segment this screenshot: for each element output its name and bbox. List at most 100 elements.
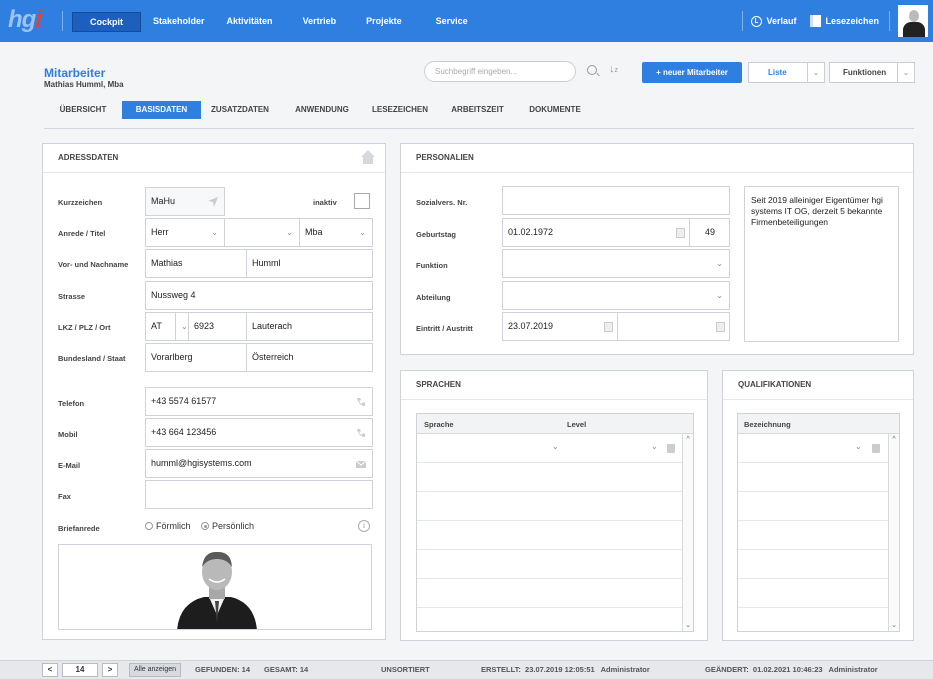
search-icon[interactable] <box>587 65 597 75</box>
show-all-button[interactable]: Alle anzeigen <box>129 663 182 677</box>
radio-persoenlich[interactable]: Persönlich <box>201 521 254 531</box>
tab-lesezeichen[interactable]: LESEZEICHEN <box>365 101 435 119</box>
new-employee-button[interactable]: + neuer Mitarbeiter <box>642 62 742 83</box>
list-button[interactable]: Liste ⌄ <box>748 62 825 83</box>
scroll-up-icon[interactable]: ^ <box>683 434 693 445</box>
chevron-down-icon[interactable]: ⌄ <box>552 442 559 451</box>
info-icon[interactable]: i <box>358 520 370 532</box>
mobil-field[interactable]: +43 664 123456 <box>145 418 373 447</box>
table-row <box>738 463 889 492</box>
tab-anwendung[interactable]: ANWENDUNG <box>279 101 365 119</box>
table-row <box>417 550 683 579</box>
scrollbar[interactable]: ^ ⌄ <box>888 434 899 631</box>
next-page-button[interactable]: > <box>102 663 118 677</box>
col-bezeichnung: Bezeichnung <box>744 420 791 429</box>
chevron-down-icon: ⌄ <box>716 259 723 268</box>
send-icon <box>208 197 218 207</box>
lkz-select[interactable]: AT ⌄ <box>145 312 189 341</box>
chevron-down-icon: ⌄ <box>716 291 723 300</box>
nav-stakeholder[interactable]: Stakeholder <box>143 12 215 32</box>
scroll-down-icon[interactable]: ⌄ <box>889 620 899 631</box>
found-count: GEFUNDEN: 14 <box>195 665 251 674</box>
sort-icon[interactable]: ↓z <box>609 63 618 75</box>
verlauf-link[interactable]: Verlauf <box>751 15 796 27</box>
svnr-field[interactable] <box>502 186 730 215</box>
table-row[interactable]: ⌄ ⌄ <box>417 434 683 463</box>
bundesland-field[interactable]: Vorarlberg <box>145 343 247 372</box>
abteilung-select[interactable]: ⌄ <box>502 281 730 310</box>
trash-icon[interactable] <box>667 444 675 453</box>
austritt-field[interactable] <box>617 312 730 341</box>
table-row <box>417 492 683 521</box>
fax-label: Fax <box>58 492 71 501</box>
scroll-down-icon[interactable]: ⌄ <box>683 620 693 631</box>
created-info: ERSTELLT: 23.07.2019 12:05:51 Administra… <box>481 665 650 674</box>
radio-foermlich[interactable]: Förmlich <box>145 521 191 531</box>
calendar-icon[interactable] <box>716 322 725 332</box>
prev-page-button[interactable]: < <box>42 663 58 677</box>
titel-nach-select[interactable]: Mba ⌄ <box>299 218 373 247</box>
page-number-input[interactable]: 14 <box>62 663 98 677</box>
adressdaten-panel: ADRESSDATEN Kurzzeichen MaHu inaktiv Anr… <box>42 143 386 640</box>
email-field[interactable]: humml@hgisystems.com <box>145 449 373 478</box>
divider <box>742 11 744 31</box>
nav-service[interactable]: Service <box>426 12 478 32</box>
tab-zusatzdaten[interactable]: ZUSATZDATEN <box>201 101 279 119</box>
inaktiv-checkbox[interactable] <box>354 193 370 209</box>
nav-projekte[interactable]: Projekte <box>356 12 412 32</box>
tab-arbeitszeit[interactable]: ARBEITSZEIT <box>435 101 520 119</box>
fax-field[interactable] <box>145 480 373 509</box>
nachname-field[interactable]: Humml <box>246 249 373 278</box>
chevron-down-icon[interactable]: ⌄ <box>855 442 862 451</box>
scroll-up-icon[interactable]: ^ <box>889 434 899 445</box>
geburtstag-label: Geburtstag <box>416 230 457 239</box>
functions-button[interactable]: Funktionen ⌄ <box>829 62 915 83</box>
geburtstag-field[interactable]: 01.02.1972 <box>502 218 690 247</box>
lesezeichen-link[interactable]: Lesezeichen <box>810 15 879 27</box>
telefon-field[interactable]: +43 5574 61577 <box>145 387 373 416</box>
chevron-down-icon[interactable]: ⌄ <box>807 63 824 82</box>
search-input[interactable]: Suchbegriff eingeben... <box>424 61 576 82</box>
ort-field[interactable]: Lauterach <box>246 312 373 341</box>
eintritt-label: Eintritt / Austritt <box>416 324 473 333</box>
main-menu: Cockpit Stakeholder Aktivitäten Vertrieb… <box>72 12 480 32</box>
col-level: Level <box>567 420 587 429</box>
chevron-down-icon: ⌄ <box>286 228 293 237</box>
nav-aktivitaeten[interactable]: Aktivitäten <box>217 12 283 32</box>
chevron-down-icon: ⌄ <box>359 228 366 237</box>
tab-bar: ÜBERSICHT BASISDATEN ZUSATZDATEN ANWENDU… <box>44 101 590 119</box>
notes-field[interactable]: Seit 2019 alleiniger Eigentümer hgi syst… <box>744 186 899 342</box>
hgi-logo[interactable]: hgi <box>8 6 42 34</box>
table-row[interactable]: ⌄ <box>738 434 889 463</box>
phone-icon[interactable] <box>356 428 366 438</box>
nav-cockpit[interactable]: Cockpit <box>72 12 142 32</box>
page-title: Mitarbeiter <box>44 66 106 80</box>
calendar-icon[interactable] <box>676 228 685 238</box>
user-avatar[interactable] <box>898 5 928 37</box>
table-header: Bezeichnung <box>738 414 899 434</box>
strasse-field[interactable]: Nussweg 4 <box>145 281 373 310</box>
mail-icon[interactable] <box>356 459 366 469</box>
tab-uebersicht[interactable]: ÜBERSICHT <box>44 101 122 119</box>
vorname-field[interactable]: Mathias <box>145 249 247 278</box>
abteilung-label: Abteilung <box>416 293 451 302</box>
tab-basisdaten[interactable]: BASISDATEN <box>122 101 201 119</box>
tab-dokumente[interactable]: DOKUMENTE <box>520 101 590 119</box>
staat-field[interactable]: Österreich <box>246 343 373 372</box>
employee-photo[interactable] <box>58 544 372 630</box>
kurzzeichen-field[interactable]: MaHu <box>145 187 225 216</box>
anrede-select[interactable]: Herr ⌄ <box>145 218 225 247</box>
phone-icon[interactable] <box>356 397 366 407</box>
funktion-select[interactable]: ⌄ <box>502 249 730 278</box>
trash-icon[interactable] <box>872 444 880 453</box>
table-row <box>417 521 683 550</box>
chevron-down-icon[interactable]: ⌄ <box>651 442 658 451</box>
scrollbar[interactable]: ^ ⌄ <box>682 434 693 631</box>
titel-vor-select[interactable]: ⌄ <box>224 218 300 247</box>
calendar-icon[interactable] <box>604 322 613 332</box>
table-row <box>738 579 889 608</box>
eintritt-field[interactable]: 23.07.2019 <box>502 312 618 341</box>
chevron-down-icon: ⌄ <box>175 313 188 340</box>
plz-field[interactable]: 6923 <box>188 312 247 341</box>
nav-vertrieb[interactable]: Vertrieb <box>293 12 347 32</box>
